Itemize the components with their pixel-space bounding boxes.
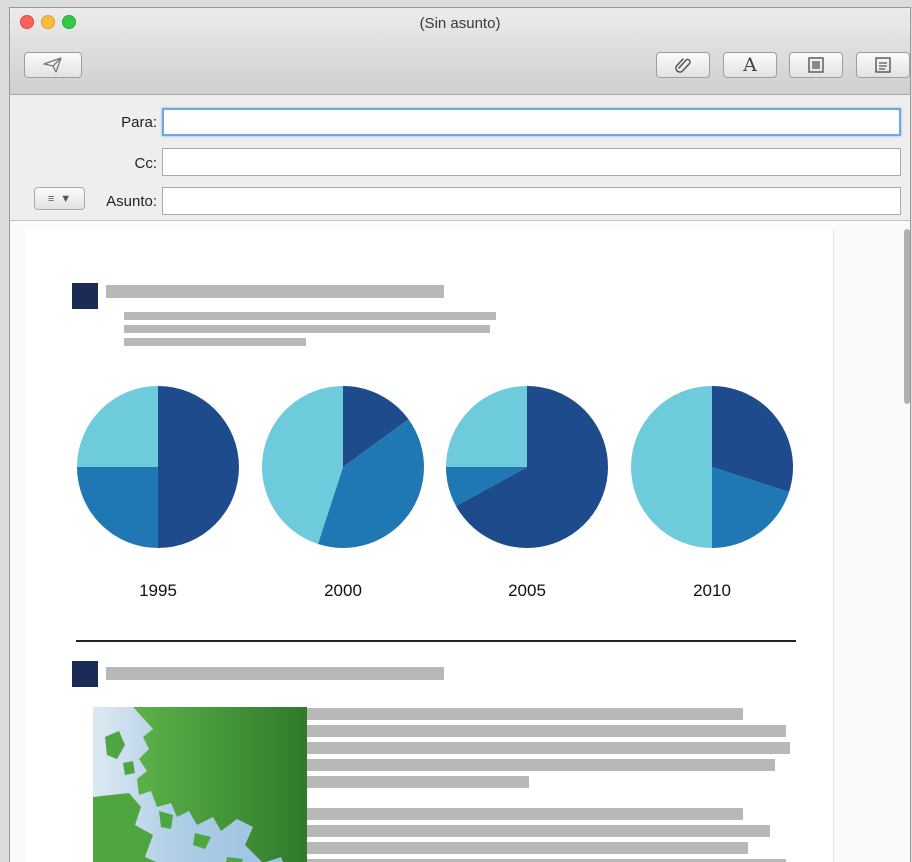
cc-label: Cc: <box>134 155 158 172</box>
text-line <box>307 825 770 837</box>
to-label: Para: <box>121 114 157 131</box>
photo-browser-icon <box>808 57 824 73</box>
cc-field[interactable] <box>162 148 901 176</box>
attach-button[interactable] <box>656 52 710 78</box>
pie-slice <box>446 386 527 467</box>
pie-charts <box>77 386 793 548</box>
section-heading-bar <box>106 667 444 680</box>
section-divider <box>76 640 796 642</box>
subject-label: Asunto: <box>106 193 157 210</box>
text-line <box>307 808 743 820</box>
section-heading-square <box>72 283 98 309</box>
format-icon: A <box>743 54 757 76</box>
attached-document-image: 1995 2000 2005 2010 <box>26 229 834 862</box>
vertical-scrollbar[interactable] <box>904 229 910 404</box>
section-heading-bar <box>106 285 444 298</box>
text-line <box>307 708 743 720</box>
pie-label-2005: 2005 <box>508 581 546 600</box>
text-line <box>124 325 490 333</box>
photo-browser-button[interactable] <box>789 52 843 78</box>
header-fields-menu-button[interactable]: ≡ ▼ <box>34 187 85 210</box>
text-line <box>307 725 786 737</box>
text-line <box>307 759 775 771</box>
chevron-down-icon: ▼ <box>60 192 72 205</box>
text-line <box>307 742 790 754</box>
title-bar: (Sin asunto) A <box>10 8 910 95</box>
stationery-icon <box>875 57 891 73</box>
to-field[interactable] <box>162 108 901 136</box>
pie-slice <box>631 386 712 548</box>
europe-map-icon <box>93 707 307 862</box>
mail-compose-window: (Sin asunto) A Para: Cc: ≡ ▼ Asunto: 199… <box>10 8 910 862</box>
pie-slice <box>158 386 239 548</box>
text-line <box>307 776 529 788</box>
pie-label-2010: 2010 <box>693 581 731 600</box>
format-button[interactable]: A <box>723 52 777 78</box>
text-line <box>124 312 496 320</box>
subject-field[interactable] <box>162 187 901 215</box>
text-line <box>124 338 306 346</box>
pie-slice <box>77 386 158 467</box>
message-body[interactable]: 1995 2000 2005 2010 <box>10 221 910 862</box>
message-headers: Para: Cc: ≡ ▼ Asunto: <box>10 95 910 221</box>
window-title: (Sin asunto) <box>419 15 501 32</box>
list-icon: ≡ <box>47 192 55 205</box>
section-heading-square <box>72 661 98 687</box>
paperclip-icon <box>675 58 691 73</box>
text-line <box>307 842 748 854</box>
stationery-button[interactable] <box>856 52 910 78</box>
pie-slice <box>77 467 158 548</box>
send-button[interactable] <box>24 52 82 78</box>
world-map-image <box>93 707 307 862</box>
pie-label-1995: 1995 <box>139 581 177 600</box>
paper-plane-icon <box>43 57 62 73</box>
pie-label-2000: 2000 <box>324 581 362 600</box>
